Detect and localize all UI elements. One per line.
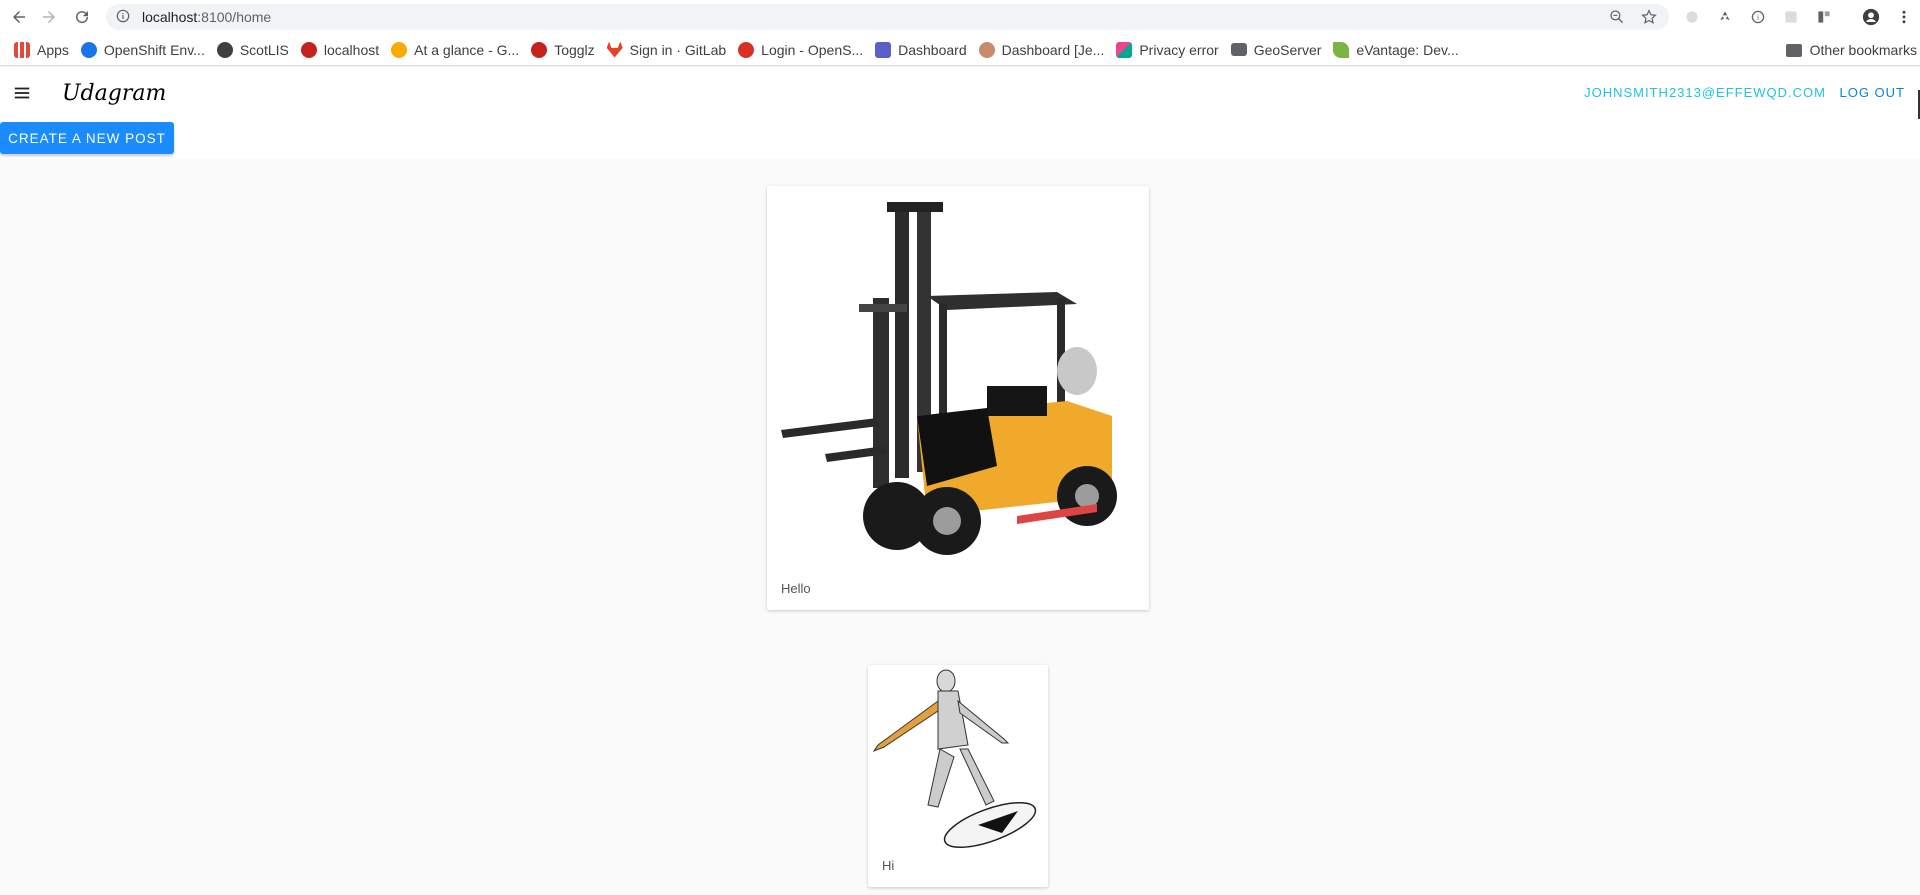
bookmark-item[interactable]: Dashboard [Je... (975, 36, 1113, 64)
post-image (767, 186, 1149, 586)
back-icon[interactable] (3, 1, 35, 33)
app-header: Udagram JOHNSMITH2313@EFFEWQD.COM LOG OU… (0, 67, 1920, 119)
recycle-icon[interactable] (1713, 5, 1737, 29)
bookmark-favicon (875, 41, 892, 58)
more-options-icon[interactable] (1892, 5, 1916, 29)
gitlab-icon (606, 41, 623, 58)
post-caption: Hello (781, 581, 811, 596)
post-card[interactable]: Hello (767, 186, 1149, 610)
bookmark-item[interactable]: Togglz (527, 36, 602, 64)
post-card[interactable]: Hi (868, 665, 1048, 887)
bookmark-item[interactable]: Sign in · GitLab (603, 36, 735, 64)
bookmark-item[interactable]: At a glance - G... (387, 36, 527, 64)
extension-icon[interactable]: i (1746, 5, 1770, 29)
site-info-icon[interactable] (116, 9, 132, 25)
bookmark-item[interactable]: Privacy error (1112, 36, 1226, 64)
bookmark-item[interactable]: localhost (297, 36, 387, 64)
bookmark-item[interactable]: GeoServer (1227, 36, 1330, 64)
zoom-icon[interactable] (1607, 7, 1627, 27)
action-bar: CREATE A NEW POST (0, 119, 1920, 159)
bookmark-star-icon[interactable] (1639, 7, 1659, 27)
address-bar[interactable]: localhost:8100/home (106, 4, 1669, 30)
bookmark-item[interactable]: eVantage: Dev... (1329, 36, 1466, 64)
bookmark-favicon (531, 41, 548, 58)
extension-icon[interactable] (1779, 5, 1803, 29)
folder-icon (1230, 43, 1247, 56)
bookmark-favicon (300, 41, 317, 58)
menu-icon[interactable] (0, 71, 44, 115)
folder-icon (1785, 43, 1802, 57)
bookmark-item[interactable]: Dashboard (871, 36, 975, 64)
forward-icon[interactable] (33, 1, 65, 33)
post-caption: Hi (882, 858, 895, 873)
globe-icon (216, 41, 233, 58)
reload-icon[interactable] (66, 1, 98, 33)
openshift-icon (738, 41, 755, 58)
extension-icon[interactable] (1680, 5, 1704, 29)
kibana-icon (1116, 41, 1133, 58)
user-email[interactable]: JOHNSMITH2313@EFFEWQD.COM (1584, 85, 1826, 100)
extension-icon[interactable] (1812, 5, 1836, 29)
bookmark-apps[interactable]: Apps (10, 36, 77, 64)
jenkins-icon (978, 41, 995, 58)
apps-grid-icon (14, 41, 30, 58)
bookmark-item[interactable]: Login - OpenS... (734, 36, 871, 64)
svg-text:i: i (1757, 13, 1759, 22)
bookmark-item[interactable]: ScotLIS (213, 36, 297, 64)
profile-avatar-icon[interactable] (1859, 5, 1883, 29)
logout-button[interactable]: LOG OUT (1839, 85, 1905, 100)
post-image (868, 665, 1048, 855)
bookmarks-bar: Apps OpenShift Env... ScotLIS localhost … (0, 34, 1920, 66)
create-post-button[interactable]: CREATE A NEW POST (0, 122, 174, 154)
leaf-icon (1333, 41, 1350, 58)
bookmark-favicon (80, 41, 97, 58)
bookmark-favicon (391, 41, 408, 58)
bookmark-item[interactable]: OpenShift Env... (77, 36, 213, 64)
other-bookmarks[interactable]: Other bookmarks (1785, 36, 1917, 64)
url-text: localhost:8100/home (142, 9, 272, 25)
app-title: Udagram (62, 80, 167, 106)
browser-toolbar: localhost:8100/home i (0, 0, 1920, 34)
